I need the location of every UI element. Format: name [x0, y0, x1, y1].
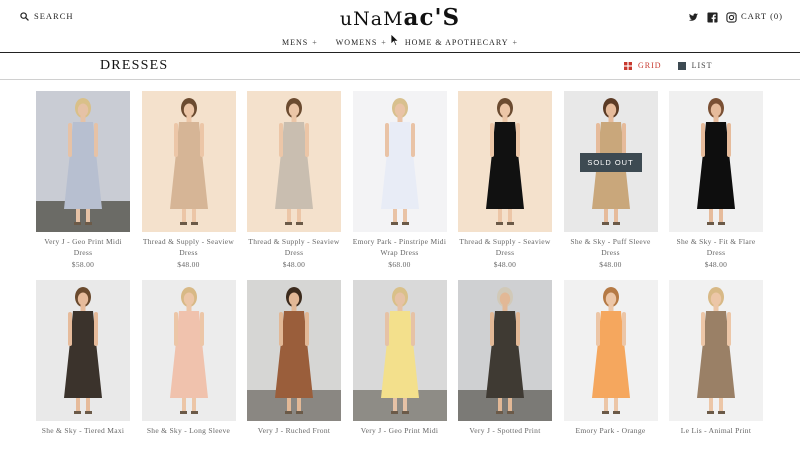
product-image[interactable]	[247, 280, 341, 421]
list-view-label: LIST	[691, 61, 713, 70]
logo-text-b: ac'S	[403, 4, 461, 31]
product-name[interactable]: Very J - Spotted Print	[458, 425, 552, 436]
product-card[interactable]: Very J - Geo Print Midi Dress $58.00	[36, 91, 130, 270]
product-name[interactable]: Very J - Ruched Front	[247, 425, 341, 436]
mouse-cursor-icon	[390, 33, 400, 47]
facebook-icon[interactable]	[707, 10, 718, 23]
product-price: $58.00	[71, 260, 95, 269]
product-name[interactable]: Very J - Geo Print Midi	[353, 425, 447, 436]
grid-icon	[624, 61, 632, 70]
product-card[interactable]: Thread & Supply - Seaview Dress $48.00	[247, 91, 341, 270]
product-name[interactable]: Emory Park - Orange	[564, 425, 658, 436]
product-price: $68.00	[388, 260, 411, 269]
product-name[interactable]: She & Sky - Tiered Maxi	[36, 425, 130, 436]
list-icon	[677, 61, 686, 70]
product-card[interactable]: Emory Park - Orange	[563, 280, 658, 437]
header-divider	[0, 52, 800, 53]
view-toggle: GRID LIST	[624, 61, 712, 70]
product-image[interactable]	[458, 280, 552, 421]
product-image[interactable]: SOLD OUT	[563, 91, 658, 232]
nav-item-womens[interactable]: WOMENS +	[336, 38, 387, 47]
product-image[interactable]	[352, 280, 447, 421]
nav-item-mens[interactable]: MENS +	[282, 38, 318, 47]
product-image[interactable]	[352, 91, 447, 232]
expand-plus-icon: +	[381, 38, 387, 47]
product-image[interactable]	[669, 280, 763, 421]
nav-label: HOME & APOTHECARY	[404, 38, 509, 47]
product-name[interactable]: Emory Park - Pinstripe Midi Wrap Dress	[353, 236, 447, 258]
nav-label: WOMENS	[335, 38, 378, 47]
product-card[interactable]: Very J - Ruched Front	[247, 280, 341, 437]
grid-view-label: GRID	[638, 61, 662, 70]
product-name[interactable]: She & Sky - Long Sleeve	[142, 425, 236, 436]
product-name[interactable]: Thread & Supply - Seaview Dress	[458, 236, 552, 258]
product-card[interactable]: SOLD OUT She & Sky - Puff Sleeve Dress $48…	[563, 91, 658, 270]
instagram-icon[interactable]	[726, 10, 737, 23]
product-image[interactable]	[458, 91, 552, 232]
product-card[interactable]: Very J - Geo Print Midi	[352, 280, 447, 437]
product-image[interactable]	[36, 280, 130, 421]
product-name[interactable]: Thread & Supply - Seaview Dress	[247, 236, 341, 258]
toolbar-divider	[0, 79, 800, 80]
sold-out-badge: SOLD OUT	[579, 153, 642, 172]
product-card[interactable]: Le Lis - Animal Print	[669, 280, 763, 437]
site-logo[interactable]: uNaMac'S	[0, 4, 800, 31]
product-image[interactable]	[36, 91, 130, 232]
product-card[interactable]: Very J - Spotted Print	[458, 280, 552, 437]
nav-item-home-apothecary[interactable]: HOME & APOTHECARY +	[405, 38, 518, 47]
cart-link[interactable]: CART (0)	[741, 11, 783, 21]
list-view-button[interactable]: LIST	[677, 61, 713, 70]
social-links	[688, 10, 737, 23]
product-price: $48.00	[282, 260, 306, 269]
product-card[interactable]: She & Sky - Long Sleeve	[141, 280, 236, 437]
collection-title: DRESSES	[100, 58, 169, 73]
product-price: $48.00	[177, 260, 200, 269]
product-card[interactable]: She & Sky - Tiered Maxi	[36, 280, 130, 437]
product-price: $48.00	[704, 260, 728, 269]
product-name[interactable]: She & Sky - Puff Sleeve Dress	[564, 236, 658, 258]
product-image[interactable]	[247, 91, 341, 232]
product-price: $48.00	[599, 260, 622, 269]
product-image[interactable]	[141, 91, 236, 232]
expand-plus-icon: +	[312, 38, 318, 47]
product-name[interactable]: She & Sky - Fit & Flare Dress	[669, 236, 763, 258]
product-image[interactable]	[563, 280, 658, 421]
product-name[interactable]: Very J - Geo Print Midi Dress	[36, 236, 130, 258]
product-card[interactable]: Thread & Supply - Seaview Dress $48.00	[141, 91, 236, 270]
main-nav: MENS + WOMENS + HOME & APOTHECARY +	[0, 38, 800, 47]
expand-plus-icon: +	[512, 38, 519, 47]
product-image[interactable]	[141, 280, 236, 421]
twitter-icon[interactable]	[688, 10, 699, 21]
product-card[interactable]: Thread & Supply - Seaview Dress $48.00	[458, 91, 552, 270]
product-image[interactable]	[669, 91, 763, 232]
product-card[interactable]: She & Sky - Fit & Flare Dress $48.00	[669, 91, 763, 270]
logo-text-a: uNaM	[339, 8, 404, 30]
product-price: $48.00	[493, 260, 517, 269]
product-name[interactable]: Le Lis - Animal Print	[669, 425, 763, 436]
product-card[interactable]: Emory Park - Pinstripe Midi Wrap Dress $6…	[352, 91, 447, 270]
grid-view-button[interactable]: GRID	[624, 61, 662, 70]
product-name[interactable]: Thread & Supply - Seaview Dress	[142, 236, 236, 258]
nav-label: MENS	[281, 38, 309, 47]
